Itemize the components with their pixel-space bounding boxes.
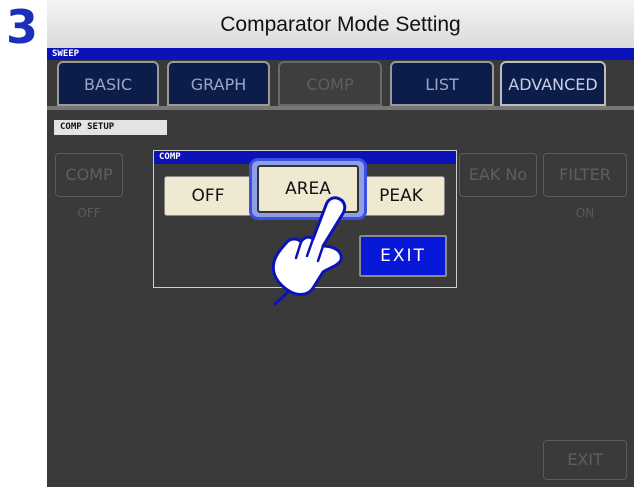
comp-setup-label: COMP SETUP <box>54 120 167 135</box>
exit-button[interactable]: EXIT <box>359 235 447 277</box>
comp-value: OFF <box>77 206 101 220</box>
tab-comp[interactable]: COMP <box>278 61 382 106</box>
filter-button[interactable]: FILTER <box>543 153 627 197</box>
page-title: Comparator Mode Setting <box>47 0 634 48</box>
pointing-hand-icon <box>271 196 347 306</box>
filter-value: ON <box>575 206 595 220</box>
tab-underline <box>47 106 634 110</box>
peak-no-button[interactable]: EAK No <box>459 153 537 197</box>
tab-basic[interactable]: BASIC <box>57 61 159 106</box>
step-number: 3 <box>5 0 38 54</box>
tab-graph[interactable]: GRAPH <box>167 61 270 106</box>
sweep-header: SWEEP <box>47 48 634 60</box>
tab-list[interactable]: LIST <box>390 61 494 106</box>
tab-advanced[interactable]: ADVANCED <box>500 61 606 106</box>
exit-button-background[interactable]: EXIT <box>543 440 627 480</box>
peak-button[interactable]: PEAK <box>357 176 445 216</box>
off-button[interactable]: OFF <box>164 176 252 216</box>
comp-button[interactable]: COMP <box>55 153 123 197</box>
